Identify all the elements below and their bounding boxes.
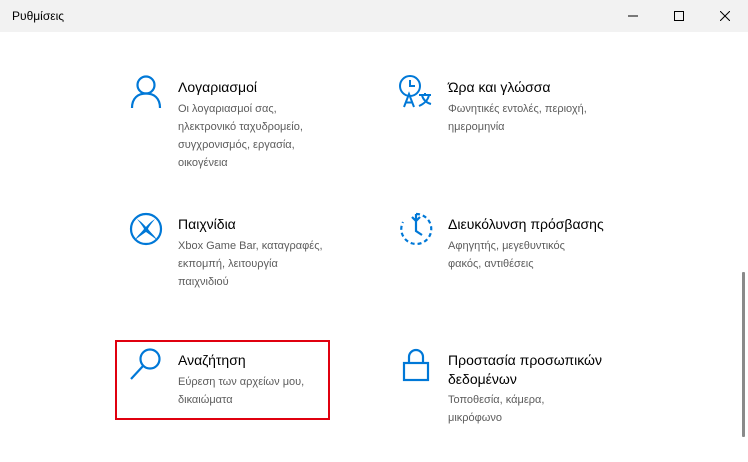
tile-title: Λογαριασμοί	[178, 79, 258, 95]
ease-of-access-icon	[398, 211, 434, 247]
tile-description: Φωνητικές εντολές, περιοχή, ημερομηνία	[448, 103, 587, 133]
highlight-box	[115, 340, 330, 420]
settings-tile-accounts[interactable]: Λογαριασμοί Οι λογαριασμοί σας, ηλεκτρον…	[128, 74, 378, 184]
tile-description: Τοποθεσία, κάμερα, μικρόφωνο	[448, 394, 545, 424]
maximize-button[interactable]	[656, 0, 702, 32]
settings-tile-ease-of-access[interactable]: Διευκόλυνση πρόσβασης Αφηγητής, μεγεθυντ…	[398, 211, 648, 321]
close-button[interactable]	[702, 0, 748, 32]
settings-content: Λογαριασμοί Οι λογαριασμοί σας, ηλεκτρον…	[0, 32, 748, 462]
tile-title: Διευκόλυνση πρόσβασης	[448, 216, 604, 232]
minimize-button[interactable]	[610, 0, 656, 32]
settings-tile-gaming[interactable]: Παιχνίδια Xbox Game Bar, καταγραφές, εκπ…	[128, 211, 378, 321]
settings-tile-time-language[interactable]: Ώρα και γλώσσα Φωνητικές εντολές, περιοχ…	[398, 74, 648, 184]
maximize-icon	[674, 11, 684, 21]
lock-icon	[398, 347, 434, 383]
tile-title: Προστασία προσωπικών δεδομένων	[448, 352, 602, 387]
time-language-icon	[398, 74, 434, 110]
person-icon	[128, 74, 164, 110]
scrollbar[interactable]	[742, 272, 745, 437]
tile-title: Παιχνίδια	[178, 216, 236, 232]
title-bar: Ρυθμίσεις	[0, 0, 748, 32]
minimize-icon	[628, 15, 638, 17]
tile-description: Αφηγητής, μεγεθυντικός φακός, αντιθέσεις	[448, 240, 565, 270]
tile-description: Xbox Game Bar, καταγραφές, εκπομπή, λειτ…	[178, 240, 323, 288]
close-icon	[720, 11, 730, 21]
xbox-icon	[128, 211, 164, 247]
settings-tile-privacy[interactable]: Προστασία προσωπικών δεδομένων Τοποθεσία…	[398, 347, 648, 457]
tile-title: Ώρα και γλώσσα	[448, 79, 551, 95]
tile-description: Οι λογαριασμοί σας, ηλεκτρονικό ταχυδρομ…	[178, 103, 303, 169]
window-title: Ρυθμίσεις	[12, 9, 65, 23]
